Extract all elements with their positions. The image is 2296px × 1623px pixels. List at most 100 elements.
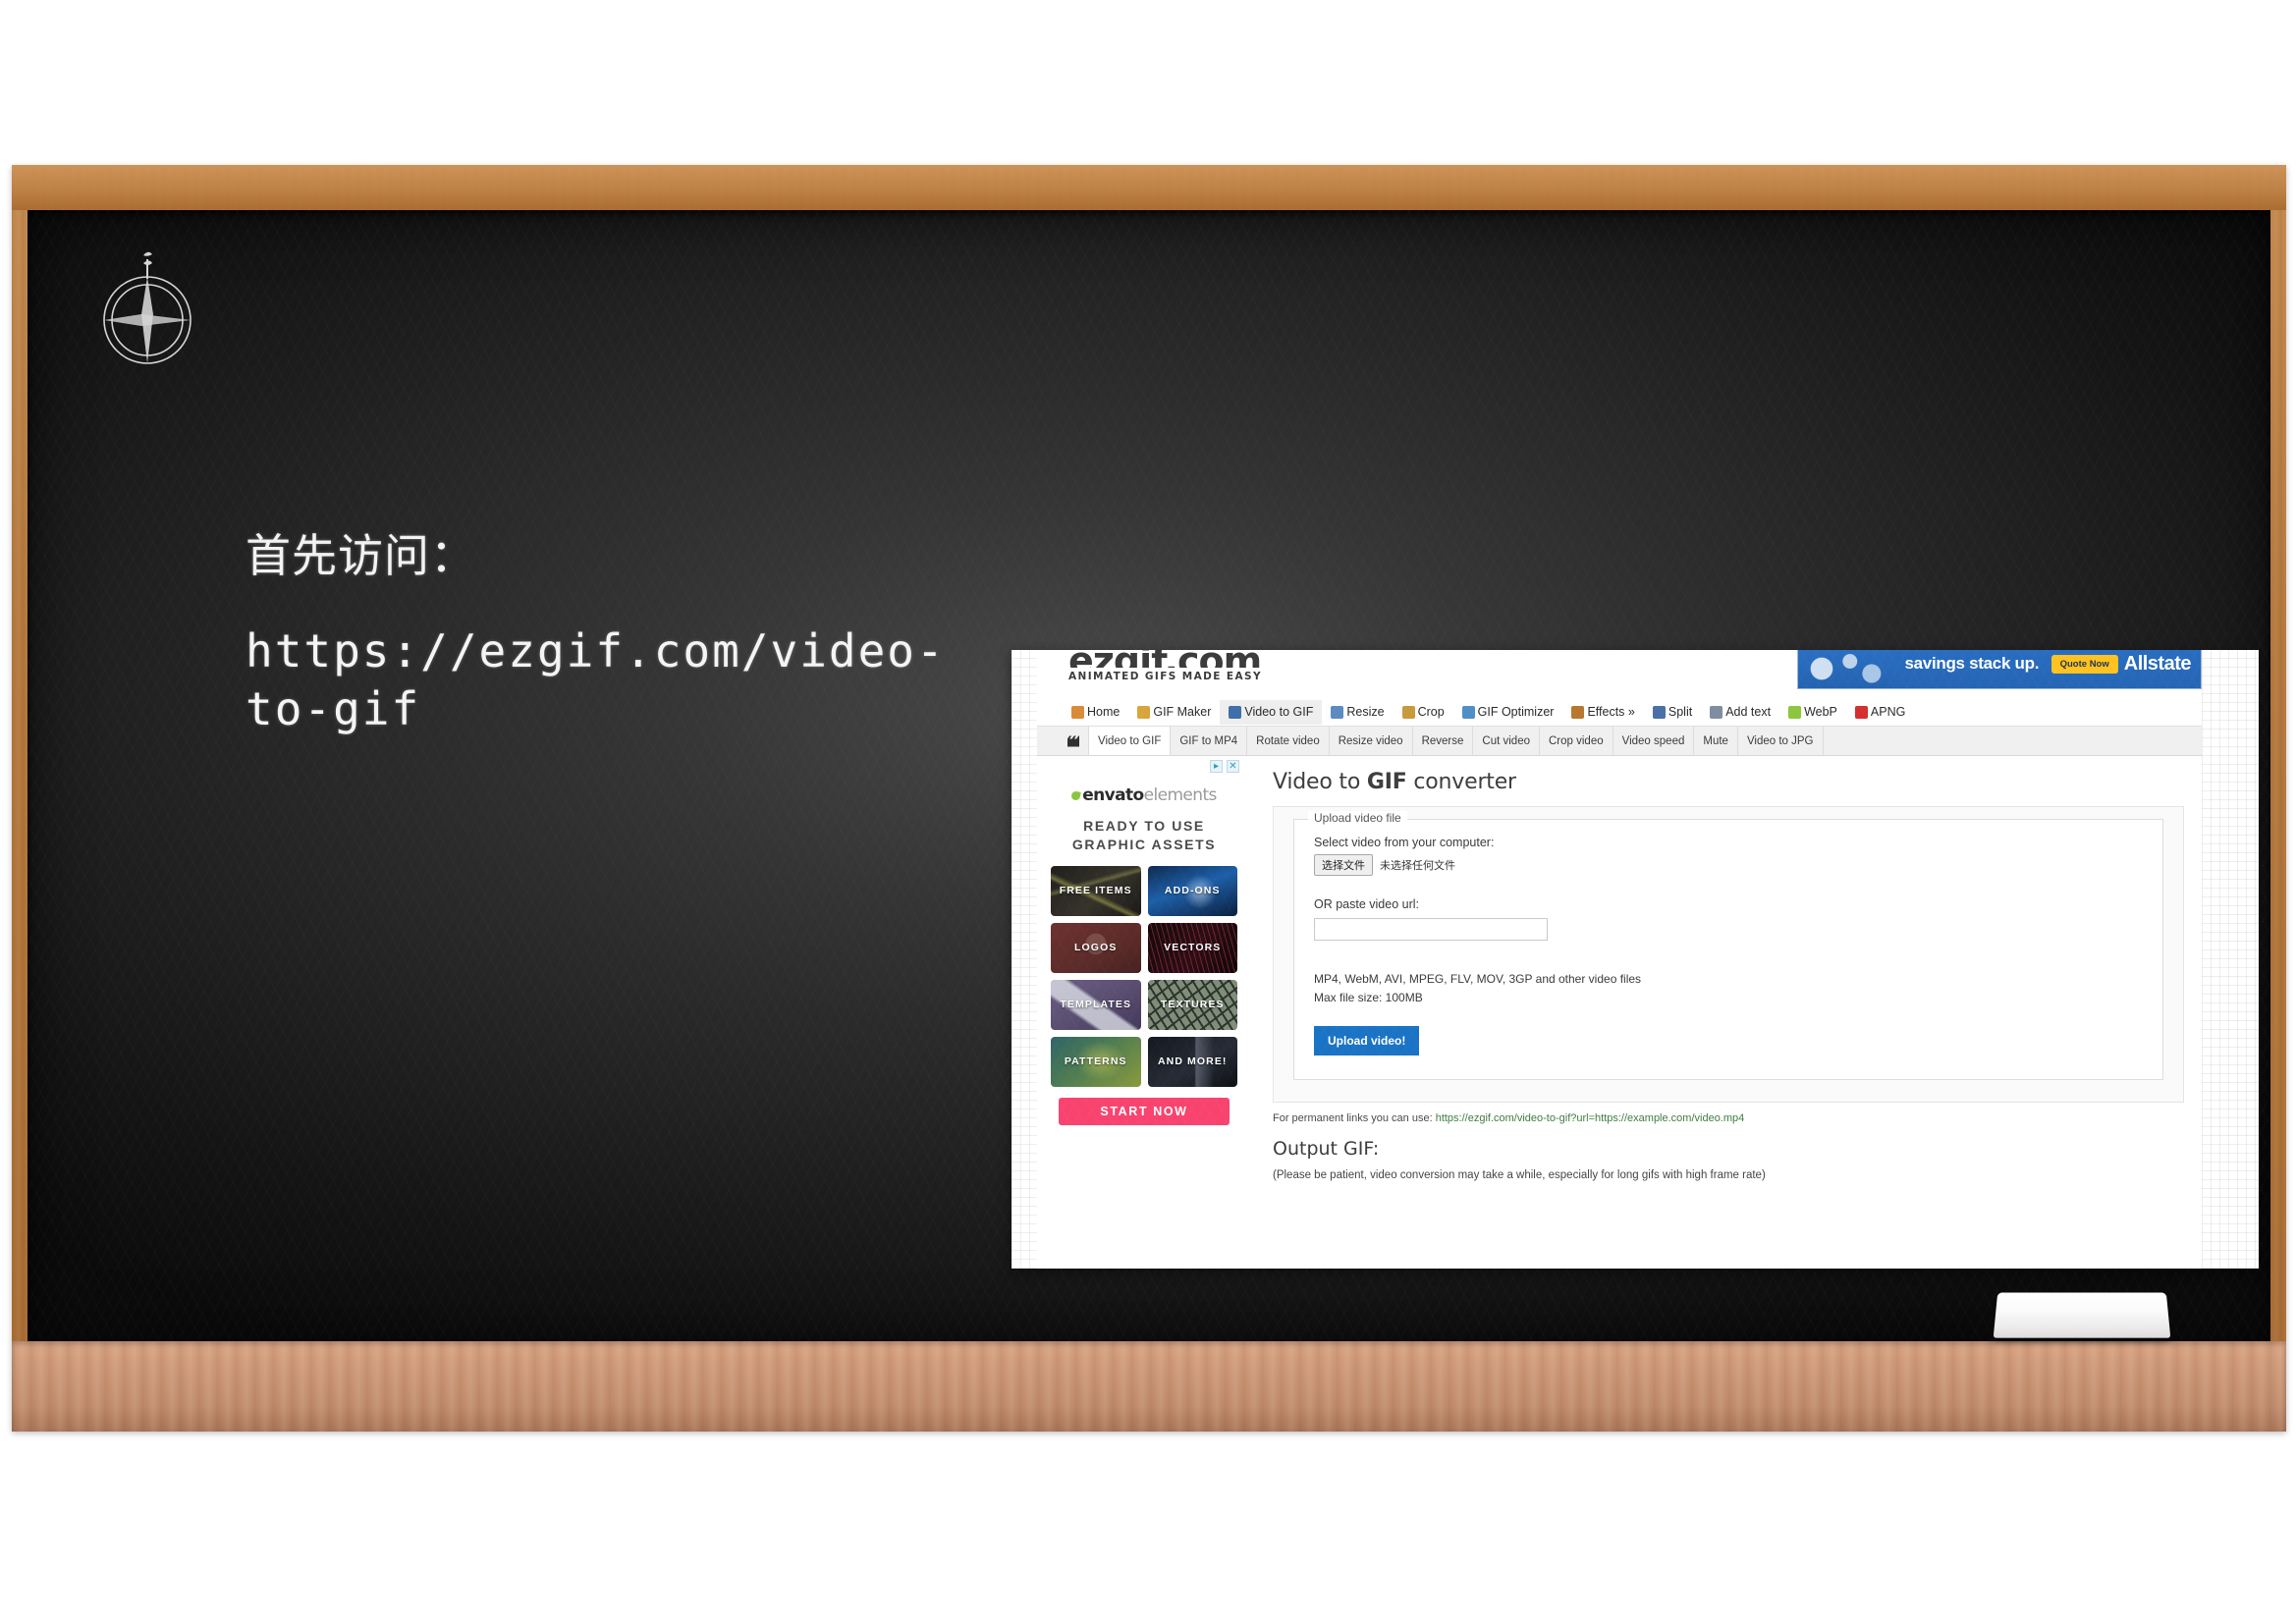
quote-now-button[interactable]: Quote Now [2050,654,2118,674]
ad-tile-label: ADD-ONS [1164,885,1221,897]
permalink-prefix: For permanent links you can use: [1273,1112,1436,1125]
select-video-label: Select video from your computer: [1314,836,1495,849]
ad-tile-label: AND MORE! [1157,1055,1228,1068]
video-url-label: OR paste video url: [1314,897,1419,911]
split-icon [1652,705,1666,719]
nav-item-gif-optimizer[interactable]: GIF Optimizer [1453,700,1563,725]
nav-item-label: Add text [1725,705,1772,719]
envato-tile-grid[interactable]: FREE ITEMS ADD-ONS LOGOS VECTORS TEMPLATES TE… [1047,865,1241,1087]
subnav-item-mute[interactable]: Mute [1694,727,1738,755]
nav-item-resize[interactable]: Resize [1322,700,1393,725]
upload-fieldset-legend: Upload video file [1308,811,1407,825]
ad-tile-textures[interactable]: TEXTURES [1147,979,1237,1030]
slide-heading: 首先访问： [246,529,476,582]
subnav-item-gif-to-mp4[interactable]: GIF to MP4 [1171,727,1248,755]
permalink-url[interactable]: https://ezgif.com/video-to-gif?url=https… [1436,1112,1745,1124]
subnav-item-cut-video[interactable]: Cut video [1473,727,1540,755]
ad-tile-add-ons[interactable]: ADD-ONS [1147,865,1237,916]
presentation-slide: 首先访问： https://ezgif.com/video-to-gif ezg… [0,0,2296,1623]
allstate-brand: Allstate [2123,652,2192,675]
envato-elements-logo: envatoelements [1047,785,1241,805]
page-content: ▸ ✕ envatoelements READY TO USE GRAPHIC … [1037,756,2202,1269]
adchoices-icon[interactable]: ▸ [1210,760,1223,773]
subnav-item-video-to-gif[interactable]: Video to GIF [1088,727,1172,755]
slide-url-text: https://ezgif.com/video-to-gif [246,624,946,735]
ad-tile-label: LOGOS [1074,942,1118,954]
nav-item-label: Crop [1417,705,1445,719]
nav-item-split[interactable]: Split [1644,700,1701,725]
effects-icon [1571,705,1585,719]
envato-headline-line2: GRAPHIC ASSETS [1071,836,1217,852]
subnav-item-rotate-video[interactable]: Rotate video [1247,727,1330,755]
supported-formats: MP4, WebM, AVI, MPEG, FLV, MOV, 3GP and … [1314,970,2143,1006]
nav-item-label: GIF Maker [1153,705,1212,719]
nav-item-label: APNG [1870,705,1906,719]
nav-item-effects[interactable]: Effects » [1562,700,1643,725]
file-status-text: 未选择任何文件 [1380,860,1455,872]
crop-icon [1401,705,1415,719]
ad-tile-patterns[interactable]: PATTERNS [1051,1036,1141,1087]
envato-headline: READY TO USE GRAPHIC ASSETS [1047,817,1241,854]
nav-item-video-to-gif[interactable]: Video to GIF [1220,700,1323,725]
add-text-icon [1710,705,1723,719]
optimizer-icon [1461,705,1475,719]
upload-video-button[interactable]: Upload video! [1314,1026,1420,1056]
ezgif-wordmark: ezgif.com [1068,650,1262,668]
page-title-part1: Video to [1273,770,1367,794]
ad-tile-and-more[interactable]: AND MORE! [1147,1036,1237,1087]
subnav-item-resize-video[interactable]: Resize video [1330,727,1413,755]
chalk-ledge [12,1341,2286,1432]
chalk-eraser[interactable] [1993,1292,2171,1338]
ad-tile-vectors[interactable]: VECTORS [1147,922,1237,973]
nav-item-add-text[interactable]: Add text [1701,700,1779,725]
nav-item-webp[interactable]: WebP [1779,700,1846,725]
max-file-size: Max file size: 100MB [1314,990,1423,1004]
converter-column: Video to GIF converter Upload video file… [1247,756,2202,1269]
ad-tile-free-items[interactable]: FREE ITEMS [1051,865,1141,916]
nav-item-gif-maker[interactable]: GIF Maker [1128,700,1220,725]
permalink-hint: For permanent links you can use: https:/… [1273,1112,2184,1124]
blackboard-surface: 首先访问： https://ezgif.com/video-to-gif ezg… [27,210,2270,1341]
ad-tile-templates[interactable]: TEMPLATES [1051,979,1141,1030]
nav-item-label: Split [1667,705,1693,719]
subnav-item-video-speed[interactable]: Video speed [1613,727,1695,755]
ad-tile-label: PATTERNS [1064,1055,1127,1068]
adchoices-controls[interactable]: ▸ ✕ [1210,760,1239,773]
video-url-input[interactable] [1314,918,1548,941]
close-icon[interactable]: ✕ [1227,760,1239,773]
allstate-banner-ad[interactable]: savings stack up. Quote Now Allstate [1797,650,2202,689]
page-title-part2: converter [1406,770,1516,794]
nav-item-apng[interactable]: APNG [1846,700,1914,725]
page-grid-left [1011,650,1037,1269]
video-tools-subnav[interactable]: Video to GIF GIF to MP4 Rotate video Resize… [1037,727,2202,756]
ezgif-logo[interactable]: ezgif.com ANIMATED GIFS MADE EASY [1068,650,1262,682]
nav-item-label: Video to GIF [1244,705,1314,719]
formats-line: MP4, WebM, AVI, MPEG, FLV, MOV, 3GP and … [1314,972,1642,986]
output-gif-title: Output GIF: [1273,1138,1380,1161]
subnav-item-reverse[interactable]: Reverse [1413,727,1474,755]
page-title-bold: GIF [1366,770,1407,794]
nav-item-label: GIF Optimizer [1477,705,1555,719]
ad-tile-label: TEMPLATES [1060,999,1132,1011]
nav-item-home[interactable]: Home [1063,700,1128,725]
nav-item-label: Effects » [1587,705,1635,719]
choose-file-button[interactable]: 选择文件 [1314,854,1373,876]
subnav-item-video-to-jpg[interactable]: Video to JPG [1738,727,1824,755]
file-input-row[interactable]: 选择文件 未选择任何文件 [1314,854,2143,876]
nav-item-crop[interactable]: Crop [1394,700,1453,725]
compass-rose-icon [103,251,191,364]
home-icon [1071,705,1084,719]
start-now-button[interactable]: START NOW [1059,1097,1230,1125]
ad-tile-label: FREE ITEMS [1059,885,1132,897]
main-navigation[interactable]: Home GIF Maker Video to GIF Resize Crop GIF O… [1037,699,2202,727]
ad-tile-label: VECTORS [1164,942,1222,954]
gif-maker-icon [1137,705,1151,719]
blackboard: 首先访问： https://ezgif.com/video-to-gif ezg… [12,165,2286,1432]
subnav-item-crop-video[interactable]: Crop video [1540,727,1613,755]
sidebar-ad[interactable]: ▸ ✕ envatoelements READY TO USE GRAPHIC … [1037,756,1247,1269]
upload-panel: Upload video file Select video from your… [1273,806,2184,1104]
upload-fieldset: Upload video file Select video from your… [1293,811,2163,1081]
nav-item-label: Resize [1346,705,1385,719]
ad-tile-logos[interactable]: LOGOS [1051,922,1141,973]
ezgif-page: ezgif.com ANIMATED GIFS MADE EASY saving… [1037,650,2202,1269]
